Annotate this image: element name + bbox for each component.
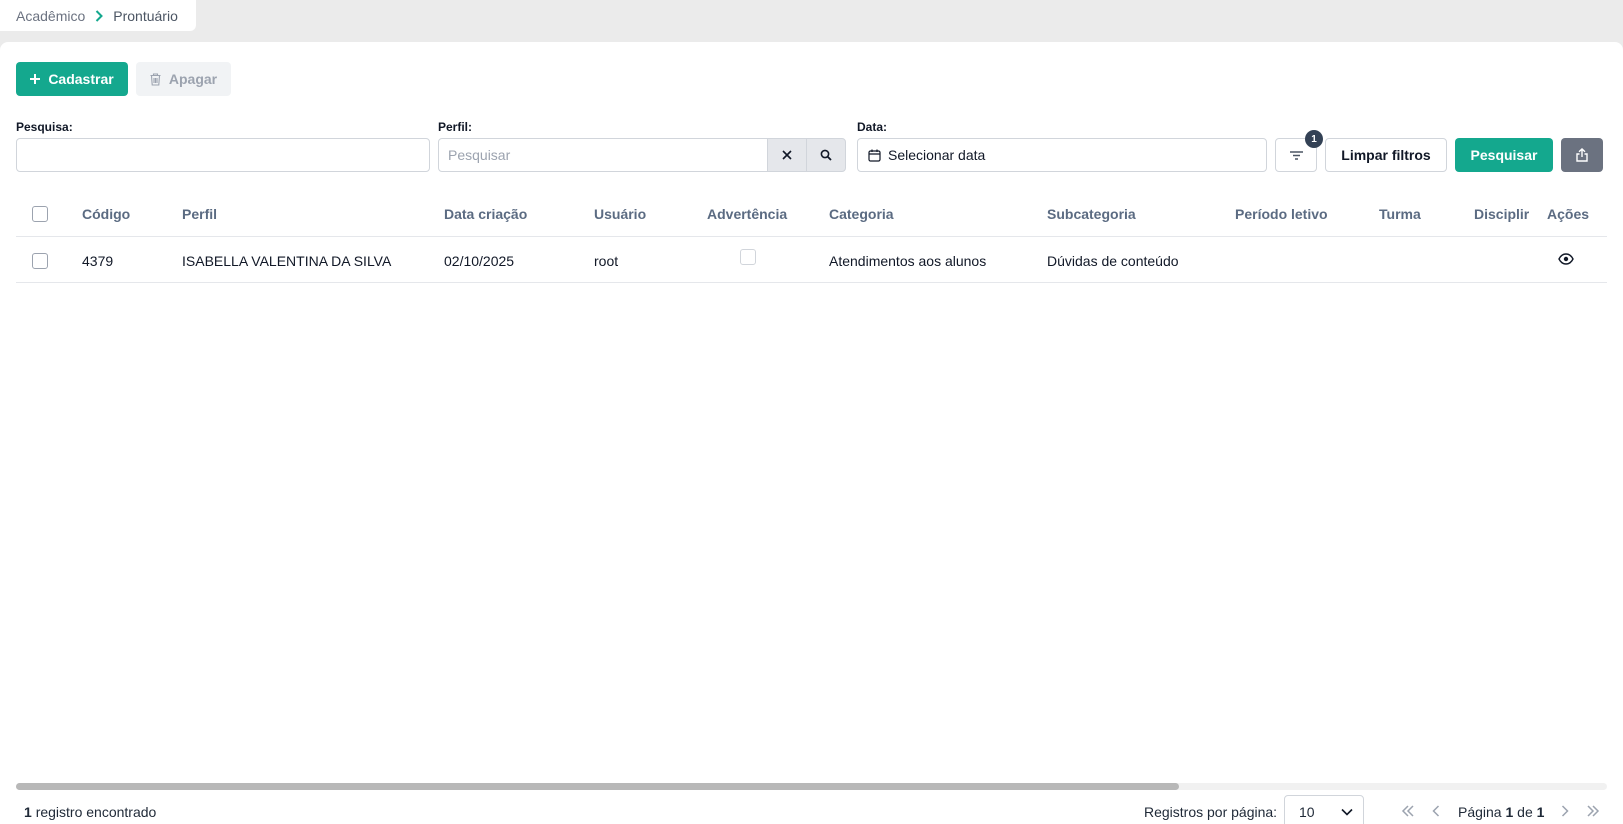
cell-codigo: 4379 [82, 253, 114, 269]
cell-data-criacao: 02/10/2025 [444, 253, 515, 269]
filter-count-badge: 1 [1305, 130, 1323, 148]
select-all-checkbox[interactable] [32, 206, 48, 222]
col-codigo[interactable]: Código [82, 206, 130, 222]
calendar-icon [868, 149, 881, 162]
cell-perfil: ISABELLA VALENTINA DA SILVA [182, 253, 392, 269]
date-label: Data: [857, 120, 888, 134]
clear-filters-button[interactable]: Limpar filtros [1325, 138, 1447, 172]
search-label: Pesquisa: [16, 120, 73, 134]
search-icon [820, 149, 832, 161]
col-periodo-letivo[interactable]: Período letivo [1235, 206, 1328, 222]
filter-icon [1289, 150, 1303, 160]
col-turma[interactable]: Turma [1379, 206, 1421, 222]
date-placeholder: Selecionar data [888, 147, 986, 163]
row-divider [16, 282, 1607, 283]
profile-label: Perfil: [438, 120, 473, 134]
col-categoria[interactable]: Categoria [829, 206, 894, 222]
cell-categoria: Atendimentos aos alunos [829, 253, 987, 269]
last-page-button[interactable] [1583, 801, 1603, 821]
col-perfil[interactable]: Perfil [182, 206, 217, 222]
first-page-button[interactable] [1398, 801, 1418, 821]
trash-icon [150, 72, 161, 86]
horizontal-scrollbar-thumb[interactable] [16, 783, 1179, 790]
col-advertencia[interactable]: Advertência [707, 206, 787, 222]
breadcrumb: Acadêmico Prontuário [0, 0, 196, 31]
profile-search-button[interactable] [806, 138, 846, 172]
close-icon [782, 150, 792, 160]
page-sep: de [1517, 804, 1533, 820]
record-count-number: 1 [24, 804, 32, 820]
share-icon [1576, 148, 1588, 162]
page-indicator: Página 1 de 1 [1458, 804, 1544, 820]
page-prefix: Página [1458, 804, 1502, 820]
chevron-right-icon [1561, 805, 1569, 817]
per-page-value: 10 [1299, 804, 1315, 820]
cell-subcategoria: Dúvidas de conteúdo [1047, 253, 1179, 269]
cell-usuario: root [594, 253, 619, 269]
add-button-label: Cadastrar [48, 71, 114, 87]
eye-icon [1558, 253, 1574, 265]
search-input[interactable] [16, 138, 430, 172]
export-button[interactable] [1561, 138, 1603, 172]
prev-page-button[interactable] [1426, 801, 1446, 821]
delete-button[interactable]: Apagar [136, 62, 231, 96]
breadcrumb-item-academico[interactable]: Acadêmico [16, 8, 85, 24]
page-total: 1 [1536, 804, 1545, 820]
search-button[interactable]: Pesquisar [1455, 138, 1553, 172]
col-disciplina[interactable]: Disciplir [1474, 206, 1529, 222]
chevrons-left-icon [1401, 805, 1415, 817]
header-divider [16, 236, 1607, 237]
chevron-down-icon [1341, 808, 1353, 816]
cell-advertencia-checkbox[interactable] [740, 249, 756, 265]
record-count-text: registro encontrado [35, 804, 157, 820]
date-picker[interactable]: Selecionar data [857, 138, 1267, 172]
add-button[interactable]: Cadastrar [16, 62, 128, 96]
chevrons-right-icon [1586, 805, 1600, 817]
col-data-criacao[interactable]: Data criação [444, 206, 527, 222]
chevron-right-icon [95, 9, 104, 22]
row-checkbox[interactable] [32, 253, 48, 269]
per-page-select[interactable]: 10 [1284, 795, 1364, 824]
breadcrumb-item-prontuario: Prontuário [113, 7, 178, 24]
view-button[interactable] [1558, 253, 1574, 265]
page-current: 1 [1505, 804, 1514, 820]
chevron-left-icon [1432, 805, 1440, 817]
col-subcategoria[interactable]: Subcategoria [1047, 206, 1136, 222]
per-page-label: Registros por página: [1144, 804, 1278, 820]
next-page-button[interactable] [1555, 801, 1575, 821]
col-usuario[interactable]: Usuário [594, 206, 646, 222]
record-count: 1 registro encontrado [24, 804, 156, 820]
delete-button-label: Apagar [168, 71, 218, 87]
plus-icon [30, 74, 41, 84]
profile-clear-button[interactable] [767, 138, 807, 172]
col-acoes: Ações [1547, 206, 1590, 222]
profile-input[interactable] [438, 138, 768, 172]
